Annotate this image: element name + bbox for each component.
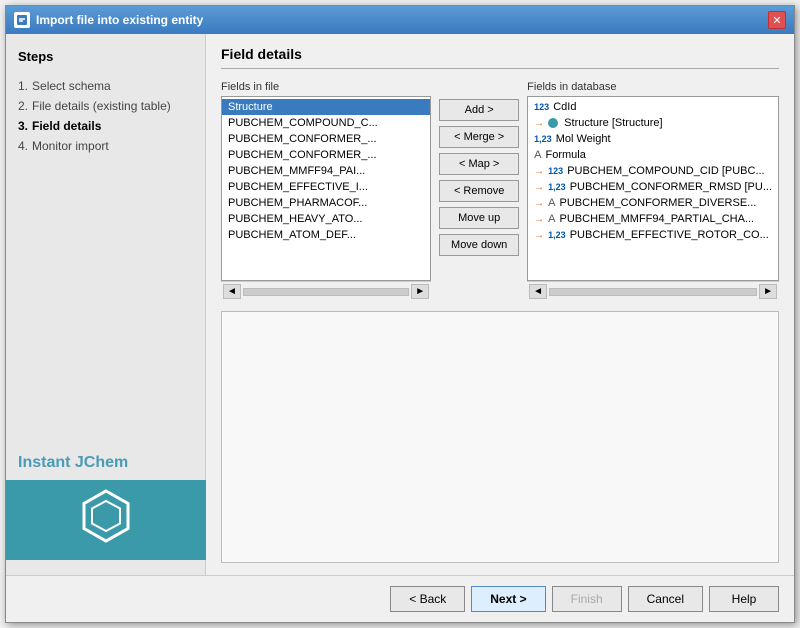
step-2: 2.File details (existing table) (18, 96, 193, 116)
dialog-content: Steps 1.Select schema 2.File details (ex… (6, 34, 794, 575)
list-item[interactable]: → A PUBCHEM_MMFF94_PARTIAL_CHA... (528, 211, 778, 227)
list-item[interactable]: 1,23 Mol Weight (528, 131, 778, 147)
list-item[interactable]: PUBCHEM_EFFECTIVE_I... (222, 179, 430, 195)
step-4: 4.Monitor import (18, 136, 193, 156)
title-bar: Import file into existing entity ✕ (6, 6, 794, 34)
scroll-right-btn[interactable]: ► (411, 284, 429, 299)
list-item[interactable]: → 123 PUBCHEM_COMPOUND_CID [PUBC... (528, 163, 778, 179)
list-item[interactable]: PUBCHEM_MMFF94_PAI... (222, 163, 430, 179)
steps-list: 1.Select schema 2.File details (existing… (18, 76, 193, 156)
map-button[interactable]: < Map > (439, 153, 519, 175)
next-button[interactable]: Next > (471, 586, 545, 612)
fields-in-database-panel: Fields in database 123 CdId → Structure … (527, 81, 779, 301)
fields-in-file-list: Structure PUBCHEM_COMPOUND_C... PUBCHEM_… (222, 97, 430, 280)
scroll-thumb[interactable] (243, 288, 409, 296)
list-item[interactable]: → Structure [Structure] (528, 115, 778, 131)
footer: < Back Next > Finish Cancel Help (6, 575, 794, 622)
import-dialog: Import file into existing entity ✕ Steps… (5, 5, 795, 623)
brand-logo (6, 480, 206, 560)
remove-button[interactable]: < Remove (439, 180, 519, 202)
list-item[interactable]: → A PUBCHEM_CONFORMER_DIVERSE... (528, 195, 778, 211)
file-list-scrollbar[interactable]: ◄ ► (221, 281, 431, 301)
brand-section: Instant JChem (18, 454, 193, 560)
title-bar-left: Import file into existing entity (14, 12, 203, 28)
cancel-button[interactable]: Cancel (628, 586, 703, 612)
db-list-scrollbar[interactable]: ◄ ► (527, 281, 779, 301)
fields-in-file-label: Fields in file (221, 81, 431, 93)
structure-type-icon (548, 118, 558, 128)
back-button[interactable]: < Back (390, 586, 465, 612)
list-item[interactable]: PUBCHEM_ATOM_DEF... (222, 227, 430, 243)
step-1: 1.Select schema (18, 76, 193, 96)
hex-icon (76, 486, 136, 555)
fields-in-database-container[interactable]: 123 CdId → Structure [Structure] 1,23 Mo… (527, 96, 779, 281)
step-3: 3.Field details (18, 116, 193, 136)
list-item[interactable]: PUBCHEM_HEAVY_ATO... (222, 211, 430, 227)
dialog-title: Import file into existing entity (36, 13, 203, 27)
move-up-button[interactable]: Move up (439, 207, 519, 229)
fields-in-database-label: Fields in database (527, 81, 779, 93)
brand-text: Instant JChem (18, 454, 193, 472)
list-item[interactable]: 123 CdId (528, 99, 778, 115)
sidebar: Steps 1.Select schema 2.File details (ex… (6, 34, 206, 575)
list-item[interactable]: PUBCHEM_CONFORMER_... (222, 147, 430, 163)
list-item[interactable]: PUBCHEM_CONFORMER_... (222, 131, 430, 147)
add-button[interactable]: Add > (439, 99, 519, 121)
move-down-button[interactable]: Move down (439, 234, 519, 256)
close-button[interactable]: ✕ (768, 11, 786, 29)
action-buttons: Add > < Merge > < Map > < Remove Move up… (439, 81, 519, 301)
fields-in-file-container[interactable]: Structure PUBCHEM_COMPOUND_C... PUBCHEM_… (221, 96, 431, 281)
db-scroll-left-btn[interactable]: ◄ (529, 284, 547, 299)
db-scroll-right-btn[interactable]: ► (759, 284, 777, 299)
list-item[interactable]: → 1,23 PUBCHEM_CONFORMER_RMSD [PU... (528, 179, 778, 195)
dialog-icon (14, 12, 30, 28)
fields-in-database-list: 123 CdId → Structure [Structure] 1,23 Mo… (528, 97, 778, 280)
preview-area (221, 311, 779, 563)
steps-title: Steps (18, 49, 193, 64)
list-item[interactable]: Structure (222, 99, 430, 115)
list-item[interactable]: A Formula (528, 147, 778, 163)
db-scroll-thumb[interactable] (549, 288, 757, 296)
merge-button[interactable]: < Merge > (439, 126, 519, 148)
main-content: Field details Fields in file Structure P… (206, 34, 794, 575)
field-mapping-area: Fields in file Structure PUBCHEM_COMPOUN… (221, 81, 779, 301)
help-button[interactable]: Help (709, 586, 779, 612)
fields-in-file-panel: Fields in file Structure PUBCHEM_COMPOUN… (221, 81, 431, 301)
finish-button[interactable]: Finish (552, 586, 622, 612)
section-title: Field details (221, 46, 779, 69)
list-item[interactable]: PUBCHEM_PHARMACOF... (222, 195, 430, 211)
list-item[interactable]: PUBCHEM_COMPOUND_C... (222, 115, 430, 131)
scroll-left-btn[interactable]: ◄ (223, 284, 241, 299)
list-item[interactable]: → 1,23 PUBCHEM_EFFECTIVE_ROTOR_CO... (528, 227, 778, 243)
